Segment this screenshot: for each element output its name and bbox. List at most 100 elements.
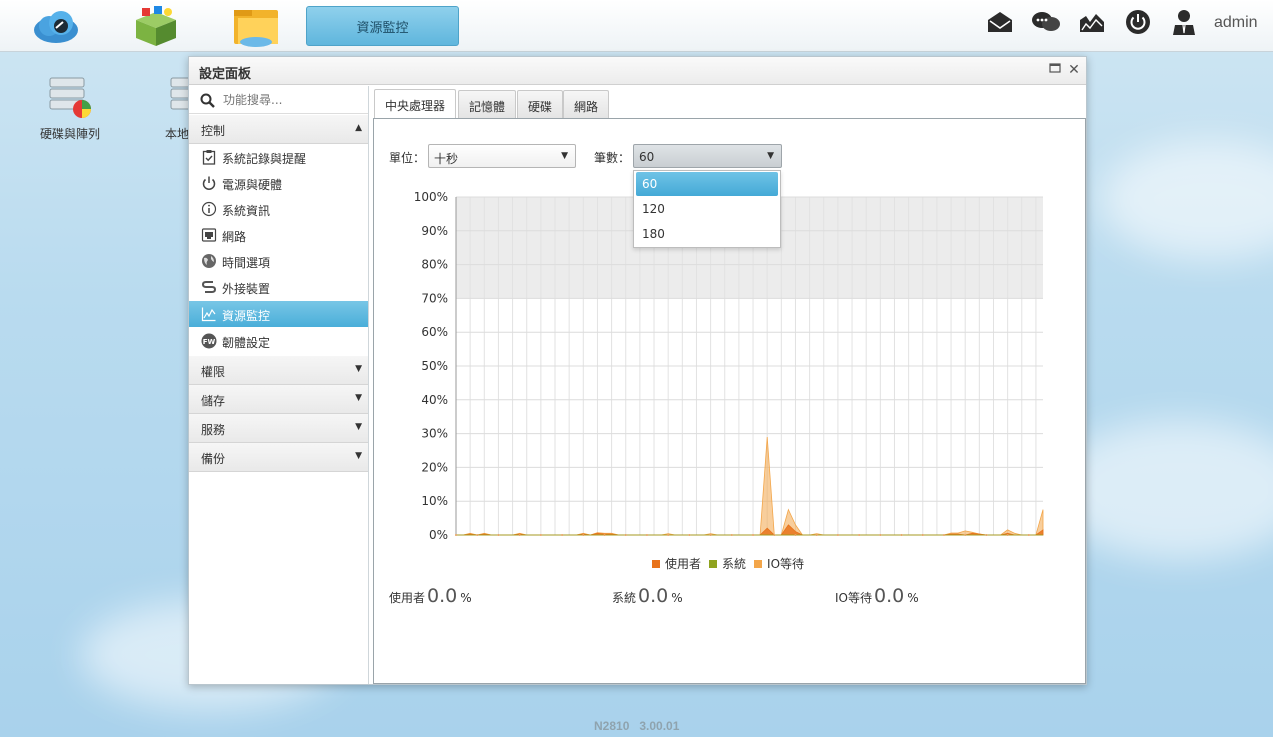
unit-select-value: 十秒 (434, 152, 459, 166)
search-row (189, 86, 368, 114)
count-option[interactable]: 180 (636, 222, 778, 246)
content-area: 中央處理器 記憶體 硬碟 網路 單位： 十秒 ▼ 筆數： 60 ▼ 0% 10% 2… (373, 88, 1086, 684)
chevron-up-icon: ▲ (355, 123, 362, 133)
search-input[interactable] (223, 91, 363, 109)
stat-unit: % (907, 591, 919, 605)
y-tick-label: 90% (421, 224, 448, 238)
user-icon[interactable] (1169, 8, 1199, 36)
usb-icon (201, 281, 217, 293)
tab-label: 記憶體 (469, 100, 506, 114)
chevron-down-icon: ▼ (355, 422, 362, 432)
sidebar-item-power-hardware[interactable]: 電源與硬體 (189, 170, 368, 196)
tab-cpu[interactable]: 中央處理器 (374, 89, 457, 119)
data-point (752, 534, 755, 536)
unit-select[interactable]: 十秒 ▼ (428, 144, 576, 168)
close-icon[interactable]: ✕ (1066, 62, 1082, 78)
section-control[interactable]: 控制 ▲ (189, 115, 368, 144)
svg-text:FW: FW (203, 338, 216, 346)
cloud (1100, 140, 1273, 260)
data-point (773, 534, 776, 536)
info-icon (201, 201, 217, 217)
sidebar-item-label: 系統記錄與提醒 (222, 152, 307, 166)
app-center-icon[interactable] (130, 4, 182, 48)
data-point (985, 534, 988, 536)
count-dropdown-menu: 60 120 180 (633, 170, 781, 248)
stat-label: 使用者 (389, 591, 426, 605)
count-label: 筆數： (594, 151, 631, 165)
data-point (518, 534, 521, 536)
desktop-icon-disk-array[interactable]: 硬碟與陣列 (30, 74, 110, 142)
legend-item-system: 系統 (709, 555, 746, 572)
data-point (942, 534, 945, 536)
active-app-resource-monitor[interactable]: 資源監控 (306, 6, 459, 46)
file-manager-icon[interactable] (230, 4, 282, 48)
tab-panel-cpu: 單位： 十秒 ▼ 筆數： 60 ▼ 0% 10% 20% 30% 40% 50% 60% 70… (373, 118, 1086, 684)
stat-user: 使用者 0.0% (389, 585, 472, 607)
network-icon (201, 228, 217, 242)
y-tick-label: 30% (421, 427, 448, 441)
section-services[interactable]: 服務 ▼ (189, 414, 368, 443)
active-app-label: 資源監控 (356, 20, 409, 36)
count-option[interactable]: 120 (636, 197, 778, 221)
series-area-iowait (456, 436, 1044, 536)
tab-disk[interactable]: 硬碟 (517, 90, 564, 118)
user-name[interactable]: admin (1214, 14, 1258, 32)
data-point (476, 534, 479, 536)
section-backup[interactable]: 備份 ▼ (189, 443, 368, 472)
tab-memory[interactable]: 記憶體 (458, 90, 517, 118)
y-tick-label: 50% (421, 359, 448, 373)
data-point (645, 534, 648, 536)
count-select[interactable]: 60 ▼ (633, 144, 782, 168)
firmware-icon: FW (201, 333, 217, 349)
panel-header[interactable]: 設定面板 ✕ (189, 57, 1086, 85)
sidebar-item-system-log[interactable]: 系統記錄與提醒 (189, 144, 368, 170)
data-point (921, 534, 924, 536)
sidebar-item-label: 韌體設定 (222, 336, 271, 350)
section-permissions[interactable]: 權限 ▼ (189, 356, 368, 385)
y-tick-label: 40% (421, 393, 448, 407)
data-point (582, 534, 585, 536)
legend-swatch (709, 560, 718, 568)
sidebar-item-external-devices[interactable]: 外接裝置 (189, 274, 368, 300)
sidebar-item-label: 網路 (222, 230, 247, 244)
data-point (539, 534, 542, 536)
tab-label: 網路 (574, 100, 599, 114)
section-storage[interactable]: 儲存 ▼ (189, 385, 368, 414)
sidebar-item-label: 系統資訊 (222, 204, 271, 218)
sidebar-item-label: 電源與硬體 (222, 178, 283, 192)
data-point (730, 534, 733, 536)
data-point (1027, 534, 1030, 536)
data-point (964, 534, 967, 536)
data-point (815, 534, 818, 536)
globe-icon (202, 254, 216, 268)
chevron-down-icon: ▼ (355, 451, 362, 461)
data-point (709, 534, 712, 536)
chevron-down-icon: ▼ (561, 151, 568, 161)
data-point (561, 534, 564, 536)
cloud-dashboard-icon[interactable] (30, 4, 82, 48)
sidebar-item-network[interactable]: 網路 (189, 222, 368, 248)
maximize-icon[interactable] (1047, 62, 1063, 78)
resource-monitor-icon[interactable] (1077, 8, 1107, 36)
legend-item-user: 使用者 (652, 555, 701, 572)
sidebar-item-time-options[interactable]: 時間選項 (189, 248, 368, 274)
sidebar-item-system-info[interactable]: 系統資訊 (189, 196, 368, 222)
power-icon[interactable] (1123, 8, 1153, 36)
section-label: 備份 (201, 452, 226, 466)
chart-legend: 使用者 系統 IO等待 (652, 555, 804, 572)
unit-label: 單位： (389, 151, 426, 165)
data-point (879, 534, 882, 536)
sidebar-item-firmware[interactable]: FW 韌體設定 (189, 328, 368, 354)
chat-icon[interactable] (1031, 8, 1061, 36)
mail-icon[interactable] (985, 8, 1015, 36)
count-option[interactable]: 60 (636, 172, 778, 196)
count-select-value: 60 (639, 150, 655, 164)
chevron-down-icon: ▼ (355, 364, 362, 374)
sidebar-item-resource-monitor[interactable]: 資源監控 (189, 301, 368, 327)
tab-label: 中央處理器 (385, 99, 446, 113)
stat-label: 系統 (612, 591, 637, 605)
tab-network[interactable]: 網路 (563, 90, 610, 118)
data-point (794, 534, 797, 536)
data-point (603, 534, 606, 536)
power-icon (202, 176, 216, 190)
